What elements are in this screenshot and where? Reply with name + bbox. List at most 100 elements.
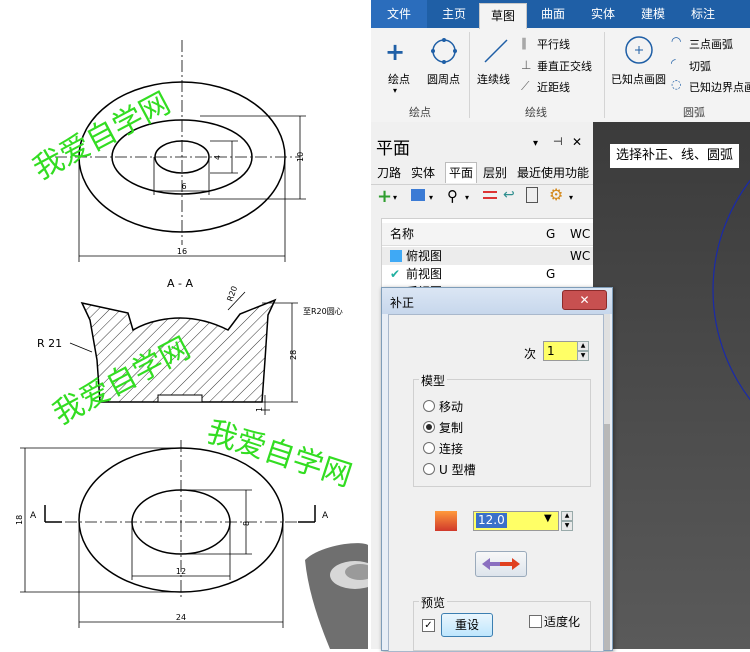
chevron-down-icon[interactable]: ▾: [429, 193, 433, 202]
distance-down[interactable]: ▼: [561, 521, 573, 531]
chevron-down-icon[interactable]: ▾: [569, 193, 573, 202]
point-icon: +: [385, 38, 406, 66]
tangent-arc-tool[interactable]: 切弧: [689, 58, 711, 74]
panel-tab-recent[interactable]: 最近使用功能: [517, 164, 589, 181]
pin-icon[interactable]: ⊣: [553, 135, 563, 148]
section-label: A - A: [167, 277, 193, 290]
check-icon: ✔: [390, 267, 401, 281]
mode-uslot-radio[interactable]: [423, 463, 435, 475]
col-name: 名称: [390, 227, 415, 241]
dim-6: 6: [181, 182, 186, 191]
panel-tab-planes[interactable]: 平面: [445, 162, 478, 183]
panel-tab-toolpaths[interactable]: 刀路: [377, 164, 401, 181]
dim-8: 8: [242, 521, 251, 526]
closest-line-icon: ⟋: [521, 79, 530, 93]
calculator-icon[interactable]: [526, 187, 538, 203]
undo-icon[interactable]: ↩: [503, 187, 515, 203]
distance-up[interactable]: ▲: [561, 511, 573, 521]
tab-sketch[interactable]: 草图: [479, 3, 527, 29]
double-arrow-icon: [482, 558, 520, 570]
tab-annotate[interactable]: 标注: [681, 0, 725, 28]
mode-copy-label: 复制: [439, 421, 464, 435]
graphics-viewport[interactable]: 选择补正、线、圆弧: [593, 122, 750, 649]
known-circle-icon: [625, 36, 653, 64]
three-point-arc-tool[interactable]: 三点画弧: [689, 36, 733, 52]
distance-input[interactable]: 12.0 ▼: [473, 511, 559, 531]
mode-join-label: 连接: [439, 442, 464, 456]
ribbon-tab-bar: 文件 主页 草图 曲面 实体 建模 标注: [371, 0, 750, 29]
ribbon-separator: [469, 32, 470, 118]
section-marker-right: A: [322, 511, 329, 521]
table-row[interactable]: 俯视图 WC: [382, 247, 594, 265]
distance-icon: [435, 511, 457, 531]
perpendicular-tool[interactable]: 垂直正交线: [537, 58, 592, 74]
dialog-body: 次 1 ▲ ▼ 模型 移动 复制 连接 U 型槽 12.0 ▼ ▲ ▼ 预览 ✓…: [388, 314, 604, 652]
ribbon: 文件 主页 草图 曲面 实体 建模 标注 + 绘点 ▾ 圆周点 绘点 连续线 ∥…: [371, 0, 750, 123]
top-view-icon: [390, 250, 402, 262]
tab-file[interactable]: 文件: [371, 0, 427, 28]
tab-surface[interactable]: 曲面: [531, 0, 575, 28]
dialog-close-button[interactable]: ✕: [562, 290, 607, 310]
offset-dialog: 补正 ✕ 次 1 ▲ ▼ 模型 移动 复制 连接 U 型槽 12.0 ▼ ▲ ▼: [381, 287, 613, 652]
edge-circle-icon: ◌: [671, 77, 682, 91]
gear-icon[interactable]: ⚙: [549, 185, 563, 204]
times-input[interactable]: 1: [543, 341, 578, 361]
tangent-arc-icon: ◜: [671, 56, 676, 70]
table-row[interactable]: ✔ 前视图 G: [382, 265, 594, 283]
row-wc: WC: [570, 249, 591, 263]
edge-circle-tool[interactable]: 已知边界点画: [689, 79, 750, 95]
flip-direction-button[interactable]: [475, 551, 527, 577]
mode-copy-radio[interactable]: [423, 421, 435, 433]
parallel-icon: ∥: [521, 36, 527, 50]
mode-join-radio[interactable]: [423, 442, 435, 454]
circle-point-tool[interactable]: 圆周点: [427, 71, 460, 87]
row-name: 俯视图: [406, 249, 443, 263]
chevron-down-icon[interactable]: ▾: [393, 193, 397, 202]
reset-checkbox[interactable]: ✓: [422, 619, 435, 632]
point-tool[interactable]: 绘点: [388, 71, 410, 87]
close-icon[interactable]: ✕: [572, 135, 582, 149]
tab-home[interactable]: 主页: [429, 0, 479, 28]
scrollbar-thumb[interactable]: [604, 424, 610, 650]
fit-checkbox[interactable]: [529, 615, 542, 628]
tab-solid[interactable]: 实体: [581, 0, 625, 28]
col-wc: WC: [570, 227, 591, 241]
dialog-titlebar[interactable]: 补正 ✕: [382, 288, 612, 314]
closest-line-tool[interactable]: 近距线: [537, 79, 570, 95]
dim-24: 24: [176, 613, 186, 622]
tab-modeling[interactable]: 建模: [631, 0, 675, 28]
mode-move-radio[interactable]: [423, 400, 435, 412]
three-point-arc-icon: ◠: [671, 34, 682, 48]
mode-move-label: 移动: [439, 400, 464, 414]
dialog-title: 补正: [390, 296, 415, 310]
times-label: 次: [524, 347, 537, 361]
fit-label: 适度化: [544, 615, 581, 629]
mode-uslot-label: U 型槽: [439, 463, 476, 477]
chevron-down-icon[interactable]: ▾: [533, 138, 538, 149]
dialog-scrollbar[interactable]: [604, 314, 610, 650]
polyline-tool[interactable]: 连续线: [477, 71, 510, 87]
chevron-down-icon[interactable]: ▼: [544, 513, 552, 524]
chevron-down-icon[interactable]: ▾: [465, 193, 469, 202]
technical-drawing: 6 4 10 16 A - A R 21 R20 至R20圆心 28 1 8 1…: [15, 40, 368, 649]
reset-button[interactable]: 重设: [441, 613, 493, 637]
dim-1: 1: [255, 407, 264, 412]
panel-tab-levels[interactable]: 层别: [483, 164, 507, 181]
parallel-tool[interactable]: 平行线: [537, 36, 570, 52]
panel-tab-solids[interactable]: 实体: [411, 164, 435, 181]
times-up[interactable]: ▲: [577, 341, 589, 351]
group-points: 绘点: [409, 106, 431, 119]
chevron-down-icon[interactable]: ▾: [393, 86, 397, 95]
search-icon[interactable]: ⚲: [447, 187, 458, 205]
row-name: 前视图: [406, 267, 443, 281]
times-down[interactable]: ▼: [577, 351, 589, 361]
flag-icon[interactable]: [411, 189, 425, 201]
perpendicular-icon: ⊥: [521, 58, 532, 72]
add-icon[interactable]: +: [377, 186, 392, 207]
r20-center-label: 至R20圆心: [303, 307, 343, 316]
equal-icon[interactable]: [483, 191, 497, 199]
known-circle-tool[interactable]: 已知点画圆: [611, 71, 666, 87]
row-g: G: [546, 267, 556, 281]
col-g: G: [546, 227, 556, 241]
drawing-canvas[interactable]: 6 4 10 16 A - A R 21 R20 至R20圆心 28 1 8 1…: [0, 0, 368, 649]
